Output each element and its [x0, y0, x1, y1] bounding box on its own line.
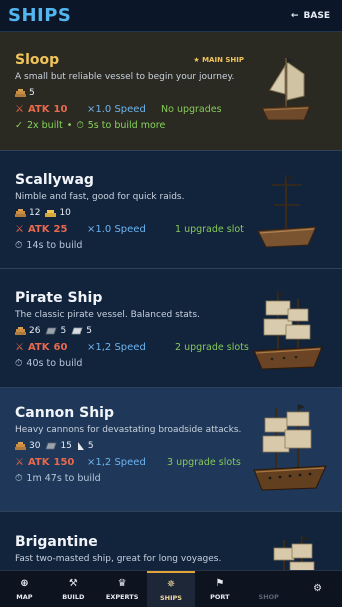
- attack-value: 150: [53, 456, 75, 468]
- main-ship-badge: ★ MAIN SHIP: [193, 56, 244, 64]
- wood-icon: [15, 441, 26, 450]
- swords-icon: ⚔: [15, 103, 24, 115]
- built-count: 2x built: [26, 120, 63, 131]
- attack-stat: ⚔ ATK 60: [15, 342, 87, 353]
- attack-stat: ⚔ ATK 10: [15, 104, 87, 115]
- speed-stat: ×1.0 Speed: [87, 103, 146, 115]
- crown-icon: ♛: [117, 577, 127, 589]
- nav-tab-experts[interactable]: ♛ EXPERTS: [98, 571, 147, 607]
- nav-tab-settings[interactable]: ⚙: [293, 571, 342, 607]
- upgrade-slots: No upgrades: [161, 103, 222, 115]
- wood-amount: 30: [29, 441, 41, 451]
- build-more-time: 5s to build more: [87, 120, 166, 131]
- build-time-label: 40s to build: [26, 358, 83, 369]
- hammer-icon: ⚒: [68, 577, 78, 589]
- nav-tab-port[interactable]: ⚑ PORT: [195, 571, 244, 607]
- upgrade-slots: 1 upgrade slot: [175, 223, 244, 235]
- upgrade-slots: 2 upgrade slots: [175, 341, 249, 353]
- nav-tab-ships[interactable]: ✵ SHIPS: [146, 571, 196, 607]
- ship-description: A small but reliable vessel to begin you…: [15, 72, 235, 82]
- ship-card-sloop[interactable]: Sloop ★ MAIN SHIP A small but reliable v…: [0, 32, 342, 151]
- attack-label: ATK: [27, 223, 50, 235]
- flag-icon: ⚑: [215, 577, 225, 589]
- wood-icon: [15, 88, 26, 97]
- wood-icon: [15, 208, 26, 217]
- nav-label: BUILD: [62, 592, 85, 601]
- ship-description: The classic pirate vessel. Balanced stat…: [15, 310, 200, 320]
- nav-tab-shop[interactable]: SHOP: [244, 571, 293, 607]
- ship-wheel-icon: ✵: [166, 578, 176, 590]
- build-time-label: 14s to build: [26, 240, 83, 251]
- attack-stat: ⚔ ATK 25: [15, 224, 87, 235]
- iron-amount: 15: [60, 441, 72, 451]
- ship-card-pirate-ship[interactable]: Pirate Ship The classic pirate vessel. B…: [0, 269, 342, 388]
- sail-amount: 5: [87, 441, 94, 451]
- timer-icon: ⏱: [76, 120, 84, 131]
- swords-icon: ⚔: [15, 456, 24, 468]
- bottom-nav: ⊕ MAP ⚒ BUILD ♛ EXPERTS ✵ SHIPS ⚑ PORT S…: [0, 570, 342, 607]
- wood-amount: 26: [29, 326, 41, 336]
- timer-icon: ⏱: [15, 358, 23, 369]
- build-time-label: 1m 47s to build: [26, 473, 101, 484]
- silver-icon: [71, 327, 83, 335]
- main-ship-badge-label: MAIN SHIP: [202, 56, 244, 64]
- swords-icon: ⚔: [15, 223, 24, 235]
- iron-amount: 5: [60, 326, 67, 336]
- nav-tab-build[interactable]: ⚒ BUILD: [49, 571, 98, 607]
- separator-dot: •: [66, 120, 73, 131]
- nav-label: MAP: [16, 592, 33, 601]
- timer-icon: ⏱: [15, 240, 23, 251]
- attack-label: ATK: [27, 456, 50, 468]
- nav-label: EXPERTS: [105, 592, 139, 601]
- attack-label: ATK: [27, 103, 50, 115]
- ship-card-brigantine[interactable]: Brigantine Fast two-masted ship, great f…: [0, 512, 342, 570]
- timer-icon: ⏱: [15, 473, 23, 484]
- nav-tab-map[interactable]: ⊕ MAP: [0, 571, 49, 607]
- iron-icon: [45, 442, 58, 450]
- gold-icon: [45, 209, 57, 217]
- attack-value: 60: [53, 341, 68, 353]
- header-bar: SHIPS ← BASE: [0, 0, 342, 32]
- sail-icon: [77, 442, 84, 450]
- map-icon: ⊕: [20, 577, 29, 589]
- wood-amount: 12: [29, 208, 41, 218]
- attack-value: 10: [53, 103, 68, 115]
- speed-stat: ×1.0 Speed: [87, 223, 146, 235]
- scallywag-ship-image: [257, 175, 317, 248]
- brigantine-ship-image: [273, 536, 315, 570]
- gear-icon: ⚙: [313, 583, 323, 594]
- ship-description: Nimble and fast, good for quick raids.: [15, 192, 185, 202]
- ship-description: Fast two-masted ship, great for long voy…: [15, 554, 222, 564]
- cannon-ship-image: [253, 404, 327, 491]
- speed-stat: ×1,2 Speed: [87, 456, 146, 468]
- sloop-ship-image: [261, 58, 311, 121]
- attack-value: 25: [53, 223, 68, 235]
- back-arrow-icon: ←: [290, 11, 299, 21]
- ship-list[interactable]: Sloop ★ MAIN SHIP A small but reliable v…: [0, 32, 342, 570]
- pirate-ship-image: [253, 291, 323, 370]
- silver-amount: 5: [86, 326, 92, 336]
- nav-label: SHIPS: [160, 593, 182, 602]
- attack-stat: ⚔ ATK 150: [15, 457, 87, 468]
- speed-stat: ×1,2 Speed: [87, 341, 146, 353]
- swords-icon: ⚔: [15, 341, 24, 353]
- iron-icon: [45, 327, 58, 335]
- ship-card-scallywag[interactable]: Scallywag Nimble and fast, good for quic…: [0, 151, 342, 269]
- page-title: SHIPS: [8, 5, 72, 26]
- wood-amount: 5: [29, 88, 35, 98]
- upgrade-slots: 3 upgrade slots: [167, 456, 241, 468]
- back-to-base-button[interactable]: ← BASE: [285, 5, 336, 27]
- ship-card-cannon-ship[interactable]: Cannon Ship Heavy cannons for devastatin…: [0, 388, 342, 512]
- nav-label: PORT: [210, 592, 230, 601]
- gold-amount: 10: [59, 208, 71, 218]
- check-icon: ✓: [15, 120, 23, 131]
- back-button-label: BASE: [303, 11, 330, 21]
- nav-label: SHOP: [258, 592, 279, 601]
- ship-description: Heavy cannons for devastating broadside …: [15, 425, 242, 435]
- wood-icon: [15, 326, 26, 335]
- attack-label: ATK: [27, 341, 50, 353]
